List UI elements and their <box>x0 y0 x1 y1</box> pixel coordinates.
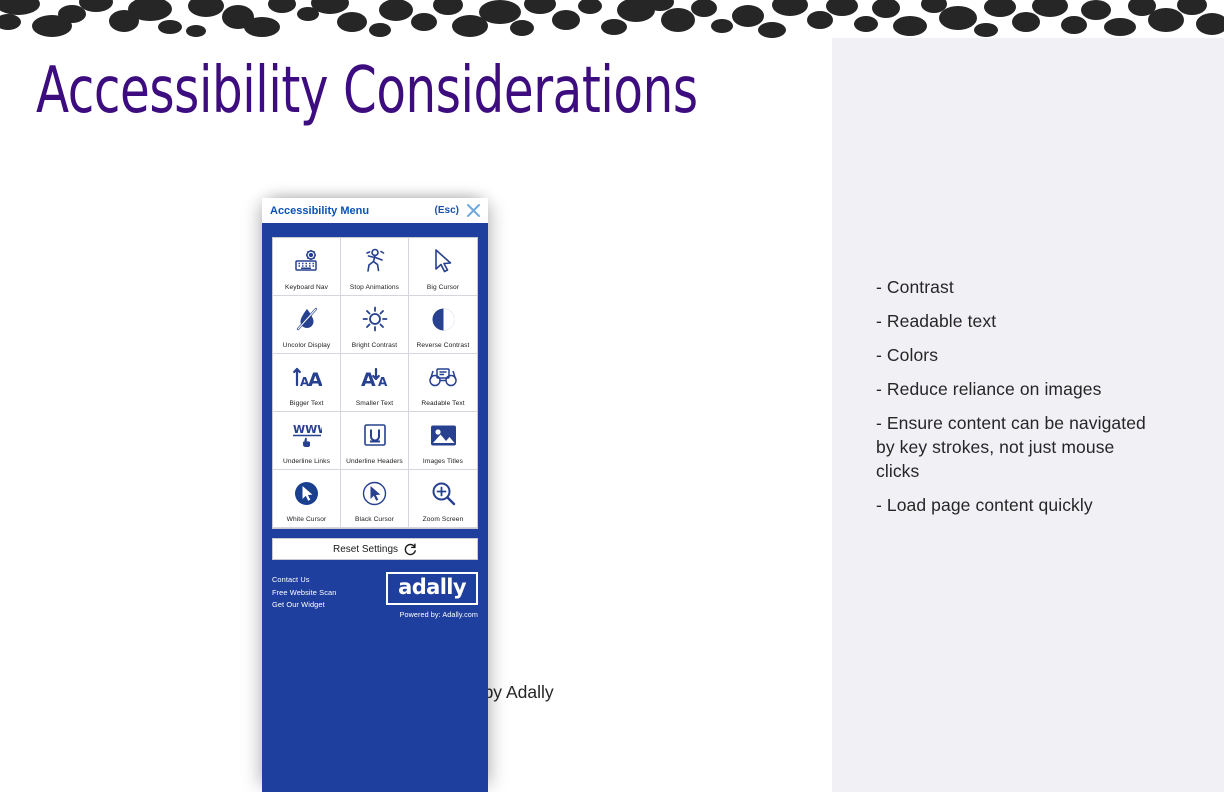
white-cursor-circle-icon <box>294 470 319 516</box>
tile-bright-contrast[interactable]: Bright Contrast <box>341 296 409 354</box>
black-cursor-circle-icon <box>362 470 387 516</box>
page-title: Accessibility Considerations <box>36 54 698 128</box>
tile-label: Underline Headers <box>346 458 403 465</box>
tile-zoom-screen[interactable]: Zoom Screen <box>409 470 477 528</box>
list-item: - Load page content quickly <box>876 495 1093 515</box>
half-filled-circle-icon <box>431 296 456 342</box>
feature-tiles-grid: Keyboard Nav Stop Animations Big Cursor … <box>273 238 477 528</box>
text-decrease-icon: A A <box>360 354 390 400</box>
reset-settings-button[interactable]: Reset Settings <box>272 538 478 560</box>
reading-glasses-icon <box>429 354 457 400</box>
list-item: - Contrast <box>876 277 954 297</box>
keyboard-gear-icon <box>294 238 320 284</box>
tile-white-cursor[interactable]: White Cursor <box>273 470 341 528</box>
tile-label: Uncolor Display <box>282 342 331 349</box>
tile-label: Stop Animations <box>349 284 400 291</box>
footer-links: Contact Us Free Website Scan Get Our Wid… <box>272 572 336 612</box>
tile-bigger-text[interactable]: A A Bigger Text <box>273 354 341 412</box>
footer-link-contact-us[interactable]: Contact Us <box>272 574 336 587</box>
tile-keyboard-nav[interactable]: Keyboard Nav <box>273 238 341 296</box>
refresh-circular-arrow-icon <box>404 543 417 556</box>
adally-logo: adally <box>386 572 478 605</box>
text-increase-icon: A A <box>292 354 322 400</box>
tile-label: Keyboard Nav <box>285 284 328 291</box>
svg-text:A: A <box>378 375 388 389</box>
bullet-list: - Contrast - Readable text - Colors - Re… <box>876 275 1156 527</box>
close-x-icon[interactable] <box>466 203 481 218</box>
running-person-icon <box>363 238 387 284</box>
tile-label: Zoom Screen <box>422 516 464 523</box>
brand-block: adally Powered by: Adally.com <box>386 572 478 619</box>
svg-text:A: A <box>308 369 322 390</box>
tile-readable-text[interactable]: Readable Text <box>409 354 477 412</box>
brand-name: adally <box>398 575 466 599</box>
tile-images-titles[interactable]: Images Titles <box>409 412 477 470</box>
tile-label: Underline Links <box>283 458 330 465</box>
tile-underline-headers[interactable]: Underline Headers <box>341 412 409 470</box>
powered-by-label: Powered by: Adally.com <box>399 610 478 619</box>
footer-link-get-our-widget[interactable]: Get Our Widget <box>272 599 336 612</box>
accessibility-menu-widget: Accessibility Menu (Esc) Keyboard Nav St… <box>262 198 488 792</box>
tile-label: Smaller Text <box>355 400 394 407</box>
tile-label: Reverse Contrast <box>416 342 470 349</box>
magnifier-plus-icon <box>431 470 456 516</box>
tile-underline-links[interactable]: WWW Underline Links <box>273 412 341 470</box>
cow-print-top-border <box>0 0 1224 40</box>
droplet-slash-icon <box>295 296 319 342</box>
large-arrow-cursor-icon <box>432 238 454 284</box>
tile-label: Bright Contrast <box>351 342 398 349</box>
tile-label: Bigger Text <box>289 400 324 407</box>
list-item: - Colors <box>876 345 939 365</box>
footer-link-free-website-scan[interactable]: Free Website Scan <box>272 587 336 600</box>
tile-black-cursor[interactable]: Black Cursor <box>341 470 409 528</box>
tile-label: Readable Text <box>421 400 465 407</box>
picture-icon <box>430 412 457 458</box>
widget-title: Accessibility Menu <box>270 204 370 217</box>
list-item: - Readable text <box>876 311 997 331</box>
reset-settings-label: Reset Settings <box>332 543 399 555</box>
tile-label: Big Cursor <box>426 284 460 291</box>
tile-stop-animations[interactable]: Stop Animations <box>341 238 409 296</box>
tile-smaller-text[interactable]: A A Smaller Text <box>341 354 409 412</box>
underlined-u-icon <box>363 412 387 458</box>
sun-icon <box>362 296 388 342</box>
cow-print-pattern <box>0 0 1224 40</box>
www-pointer-icon: WWW <box>292 412 322 458</box>
esc-hint-label: (Esc) <box>434 205 459 216</box>
tile-big-cursor[interactable]: Big Cursor <box>409 238 477 296</box>
svg-text:WWW: WWW <box>293 423 322 436</box>
svg-text:A: A <box>361 369 376 390</box>
tile-uncolor-display[interactable]: Uncolor Display <box>273 296 341 354</box>
tile-label: White Cursor <box>286 516 327 523</box>
tile-reverse-contrast[interactable]: Reverse Contrast <box>409 296 477 354</box>
list-item: - Ensure content can be navigated by key… <box>876 413 1146 481</box>
tile-label: Images Titles <box>422 458 464 465</box>
tile-label: Black Cursor <box>355 516 394 523</box>
list-item: - Reduce reliance on images <box>876 379 1102 399</box>
widget-titlebar: Accessibility Menu (Esc) <box>262 198 488 223</box>
widget-footer: Contact Us Free Website Scan Get Our Wid… <box>272 572 478 619</box>
feature-tiles-container: Keyboard Nav Stop Animations Big Cursor … <box>272 237 478 529</box>
